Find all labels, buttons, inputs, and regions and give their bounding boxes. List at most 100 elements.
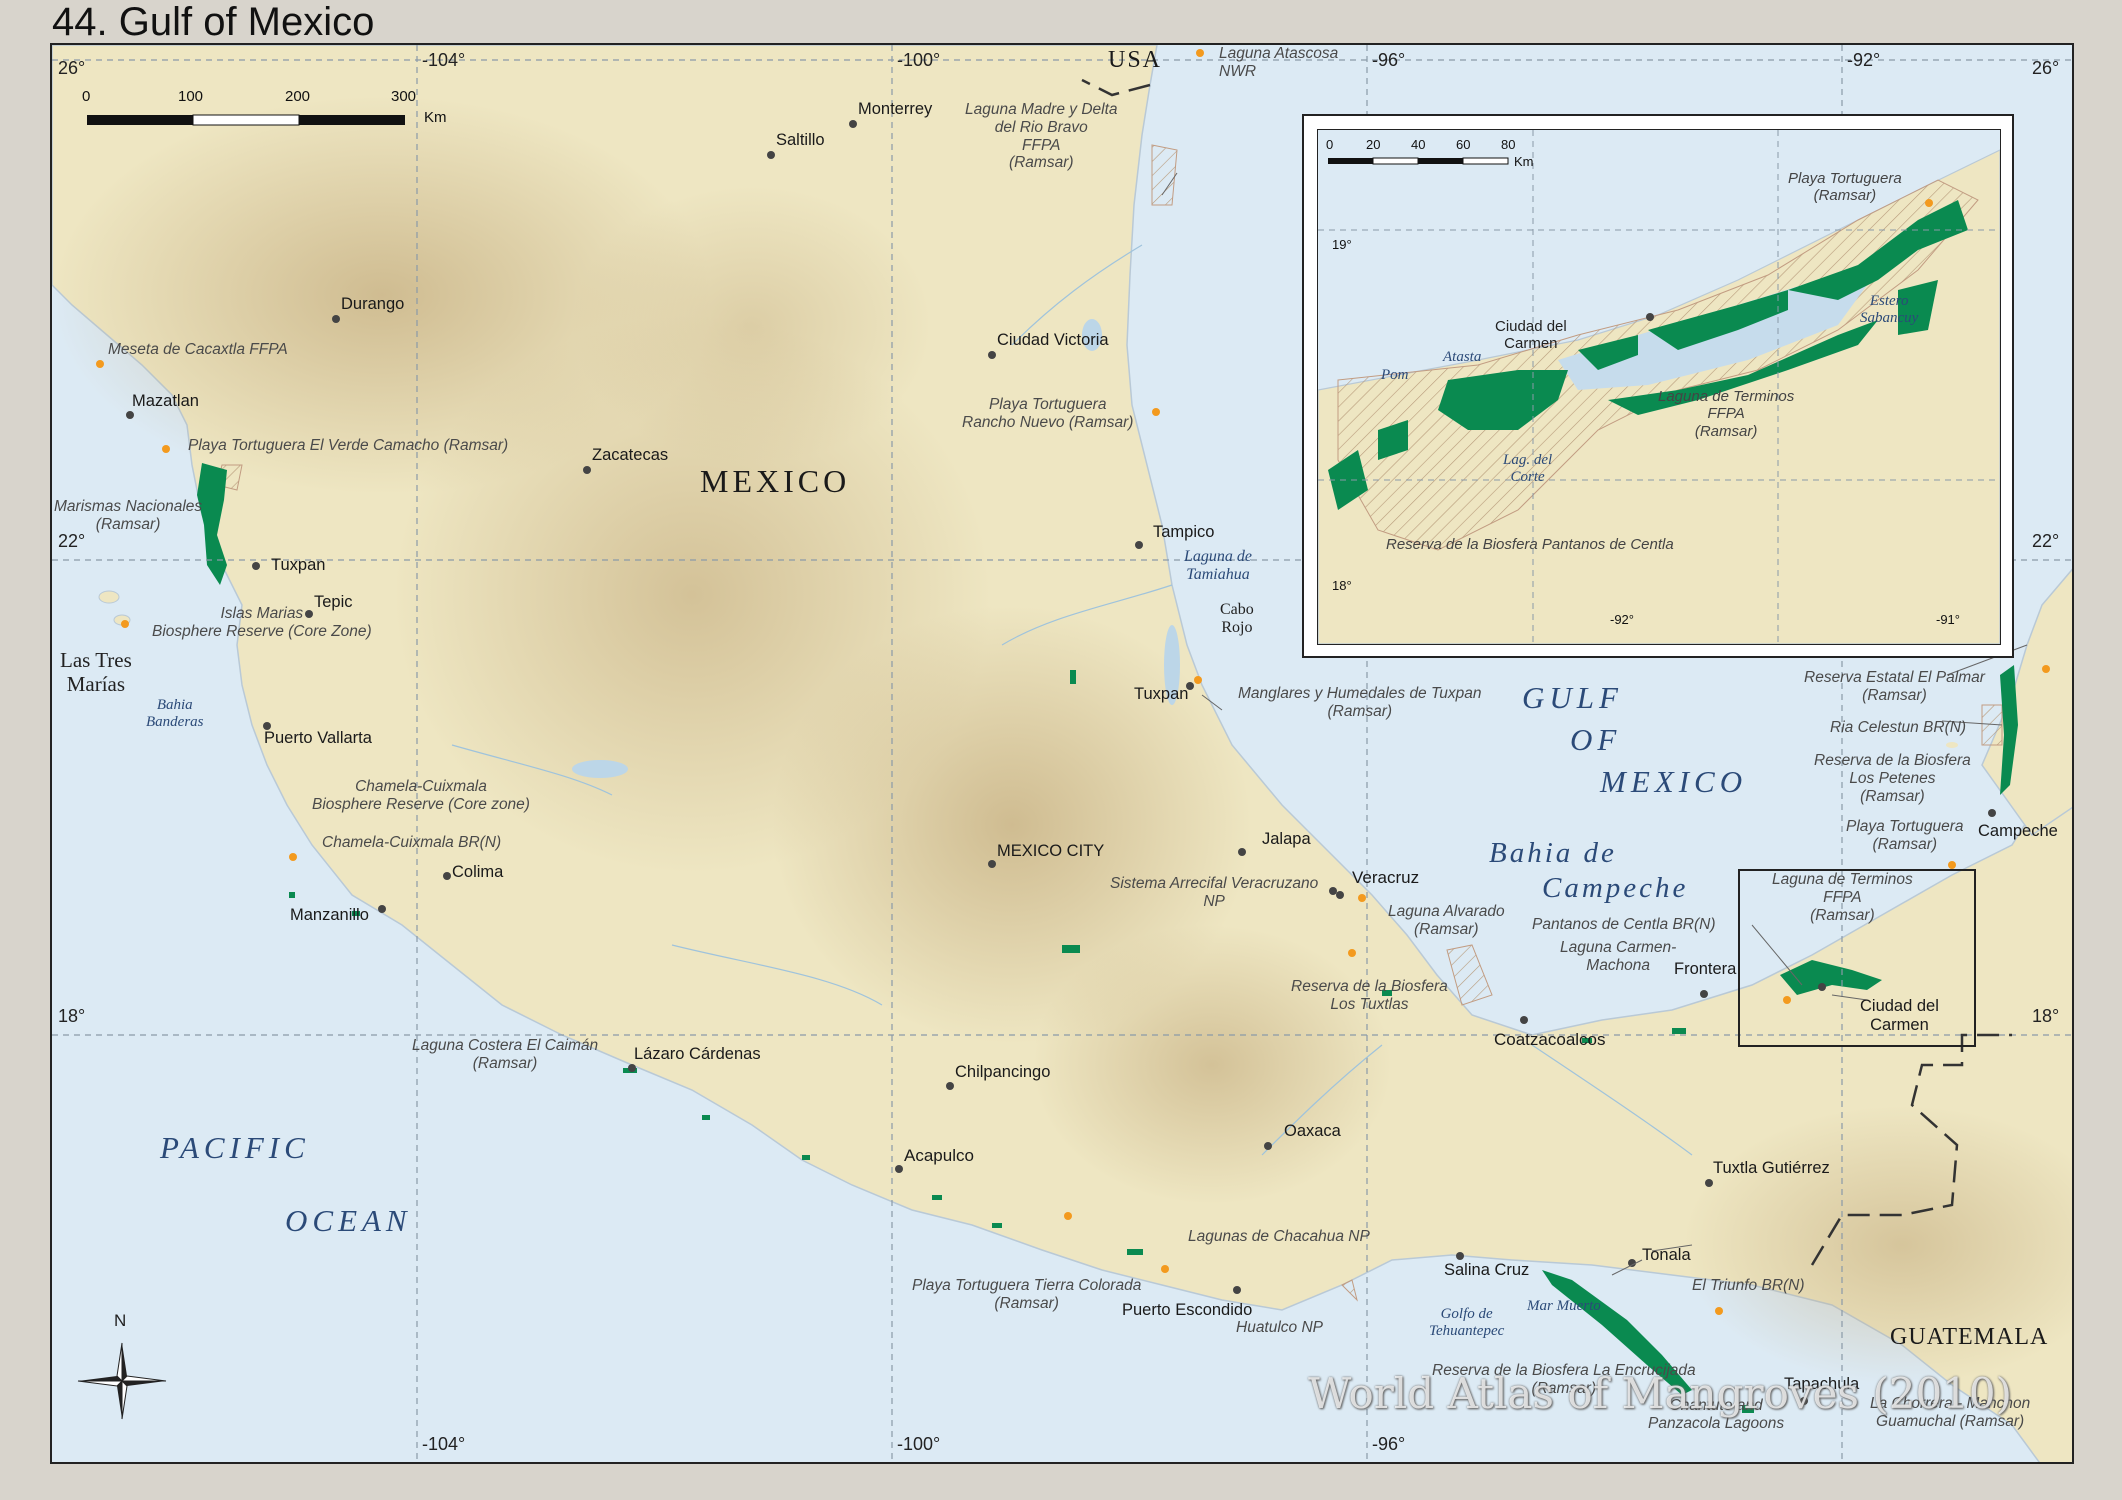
inset-city-label: Ciudad del Carmen bbox=[1495, 318, 1567, 353]
lat-label: 26° bbox=[2032, 58, 2060, 78]
city-label: MEXICO CITY bbox=[997, 842, 1105, 860]
site-label: Islas Marias Biosphere Reserve (Core Zon… bbox=[152, 605, 372, 640]
sea-label-of: OF bbox=[1570, 722, 1622, 757]
city-label: Monterrey bbox=[858, 100, 933, 118]
lon-label: -92° bbox=[1847, 50, 1881, 70]
site-label: Laguna Atascosa NWR bbox=[1219, 45, 1339, 80]
cape-label: Cabo Rojo bbox=[1220, 601, 1254, 637]
site-label: El Triunfo BR(N) bbox=[1692, 1277, 1805, 1294]
inset-site-label: Playa Tortuguera (Ramsar) bbox=[1788, 170, 1902, 205]
inset-lat-label: 19° bbox=[1332, 237, 1352, 252]
scale-tick: 100 bbox=[178, 88, 204, 105]
inset-scale-tick: 60 bbox=[1456, 137, 1471, 152]
page-title: 44. Gulf of Mexico bbox=[52, 0, 375, 44]
country-label-guatemala: GUATEMALA bbox=[1890, 1324, 2049, 1350]
gulf-label: Golfo de Tehuantepec bbox=[1429, 1306, 1505, 1340]
bay-label-1: Bahia de bbox=[1489, 837, 1617, 869]
lat-label: 22° bbox=[2032, 531, 2060, 551]
lon-label: -96° bbox=[1372, 50, 1406, 70]
inset-map-body: 0 20 40 60 80 Km 19° 18° -92° -91° Playa… bbox=[1317, 129, 2001, 645]
city-label: Ciudad del Carmen bbox=[1860, 997, 1939, 1034]
city-label: Coatzacoalcos bbox=[1494, 1030, 1606, 1049]
lat-label: 22° bbox=[58, 531, 86, 551]
bay-label-2: Campeche bbox=[1542, 872, 1689, 904]
sea-label-mexico: MEXICO bbox=[1600, 764, 1748, 799]
lon-label: -100° bbox=[897, 50, 941, 70]
site-label: Huatulco NP bbox=[1236, 1319, 1324, 1336]
compass-north-label: N bbox=[114, 1311, 127, 1330]
site-label: Manglares y Humedales de Tuxpan (Ramsar) bbox=[1238, 685, 1482, 720]
site-label: Laguna de Terminos FFPA (Ramsar) bbox=[1772, 871, 1913, 924]
city-label: Salina Cruz bbox=[1444, 1261, 1530, 1279]
city-label: Tonala bbox=[1642, 1246, 1691, 1264]
inset-lon-label: -91° bbox=[1936, 612, 1960, 627]
site-label: Chamela-Cuixmala Biosphere Reserve (Core… bbox=[312, 778, 530, 813]
lon-label: -96° bbox=[1372, 1434, 1406, 1454]
inset-lat-label: 18° bbox=[1332, 578, 1352, 593]
lat-label: 18° bbox=[58, 1006, 86, 1026]
site-label: Playa Tortuguera El Verde Camacho (Ramsa… bbox=[188, 437, 509, 454]
inset-site-label: Laguna de Terminos FFPA (Ramsar) bbox=[1658, 388, 1795, 440]
lon-label: -104° bbox=[422, 1434, 466, 1454]
city-label: Tuxpan bbox=[1134, 685, 1189, 703]
site-label: Reserva Estatal El Palmar (Ramsar) bbox=[1804, 669, 1985, 704]
city-label: Campeche bbox=[1978, 822, 2058, 840]
inset-geo-label: Atasta bbox=[1443, 349, 1482, 365]
city-label: Jalapa bbox=[1262, 830, 1311, 848]
site-label: Chamela-Cuixmala BR(N) bbox=[322, 834, 502, 851]
island bbox=[1946, 742, 1958, 748]
city-label: Puerto Vallarta bbox=[264, 729, 372, 747]
city-label: Tampico bbox=[1153, 523, 1215, 541]
site-label: Pantanos de Centla BR(N) bbox=[1532, 916, 1716, 933]
country-label-mexico: MEXICO bbox=[700, 463, 851, 499]
lake-chapala bbox=[572, 760, 628, 778]
city-label: Tuxtla Gutiérrez bbox=[1713, 1159, 1830, 1177]
scale-tick: 300 bbox=[391, 88, 417, 105]
inset-lon-label: -92° bbox=[1610, 612, 1634, 627]
inset-scale-bar bbox=[1328, 157, 1509, 165]
site-label: Reserva de la Biosfera Los Petenes (Rams… bbox=[1814, 752, 1971, 805]
site-label: Laguna Alvarado (Ramsar) bbox=[1388, 903, 1505, 938]
scale-unit: Km bbox=[424, 109, 447, 126]
sea-label-pacific: PACIFIC bbox=[160, 1130, 310, 1165]
site-label: Sistema Arrecifal Veracruzano NP bbox=[1110, 875, 1319, 910]
city-label: Mazatlan bbox=[132, 392, 199, 410]
island bbox=[98, 590, 120, 604]
city-label: Colima bbox=[452, 863, 504, 881]
inset-scale-tick: 20 bbox=[1366, 137, 1381, 152]
inset-scale-tick: 40 bbox=[1411, 137, 1426, 152]
city-label: Lázaro Cárdenas bbox=[634, 1045, 761, 1063]
site-label: Playa Tortuguera Rancho Nuevo (Ramsar) bbox=[962, 396, 1134, 431]
city-label: Frontera bbox=[1674, 960, 1737, 978]
inset-scale-tick: 0 bbox=[1326, 137, 1334, 152]
inset-map-frame[interactable]: 0 20 40 60 80 Km 19° 18° -92° -91° Playa… bbox=[1302, 114, 2014, 658]
scale-tick: 0 bbox=[82, 88, 91, 105]
watermark: World Atlas of Mangroves (2010) bbox=[1308, 1369, 2012, 1418]
site-label: Lagunas de Chacahua NP bbox=[1188, 1228, 1370, 1245]
inset-scale-unit: Km bbox=[1514, 154, 1534, 169]
map-frame[interactable]: 0 100 200 300 Km -104° -100° -96° -92° -… bbox=[50, 43, 2074, 1464]
site-label: Laguna Madre y Delta del Rio Bravo FFPA … bbox=[965, 101, 1118, 172]
site-label: Playa Tortuguera Tierra Colorada (Ramsar… bbox=[912, 1277, 1142, 1312]
city-label: Manzanillo bbox=[290, 906, 369, 924]
sea-label-ocean: OCEAN bbox=[285, 1203, 412, 1238]
inset-site-dot bbox=[1925, 199, 1933, 207]
city-label: Zacatecas bbox=[592, 446, 669, 464]
islands-label: Las Tres Marías bbox=[60, 648, 132, 697]
city-label: Ciudad Victoria bbox=[997, 331, 1109, 349]
city-label: Veracruz bbox=[1352, 868, 1420, 887]
site-label: Meseta de Cacaxtla FFPA bbox=[108, 341, 288, 358]
city-label: Oaxaca bbox=[1284, 1122, 1341, 1140]
inset-site-label: Reserva de la Biosfera Pantanos de Centl… bbox=[1386, 536, 1674, 553]
site-label: Reserva de la Biosfera Los Tuxtlas bbox=[1291, 978, 1448, 1013]
inset-geo-label: Estero Sabancuy bbox=[1860, 293, 1919, 327]
city-label: Tuxpan bbox=[271, 556, 326, 574]
scale-tick: 200 bbox=[285, 88, 311, 105]
lon-label: -104° bbox=[422, 50, 466, 70]
inset-city-dots bbox=[1646, 313, 1654, 321]
city-label: Chilpancingo bbox=[955, 1063, 1051, 1081]
country-label-usa: USA bbox=[1108, 47, 1163, 73]
city-label: Saltillo bbox=[776, 131, 825, 149]
city-label: Acapulco bbox=[904, 1146, 974, 1165]
city-label: Durango bbox=[341, 295, 405, 313]
